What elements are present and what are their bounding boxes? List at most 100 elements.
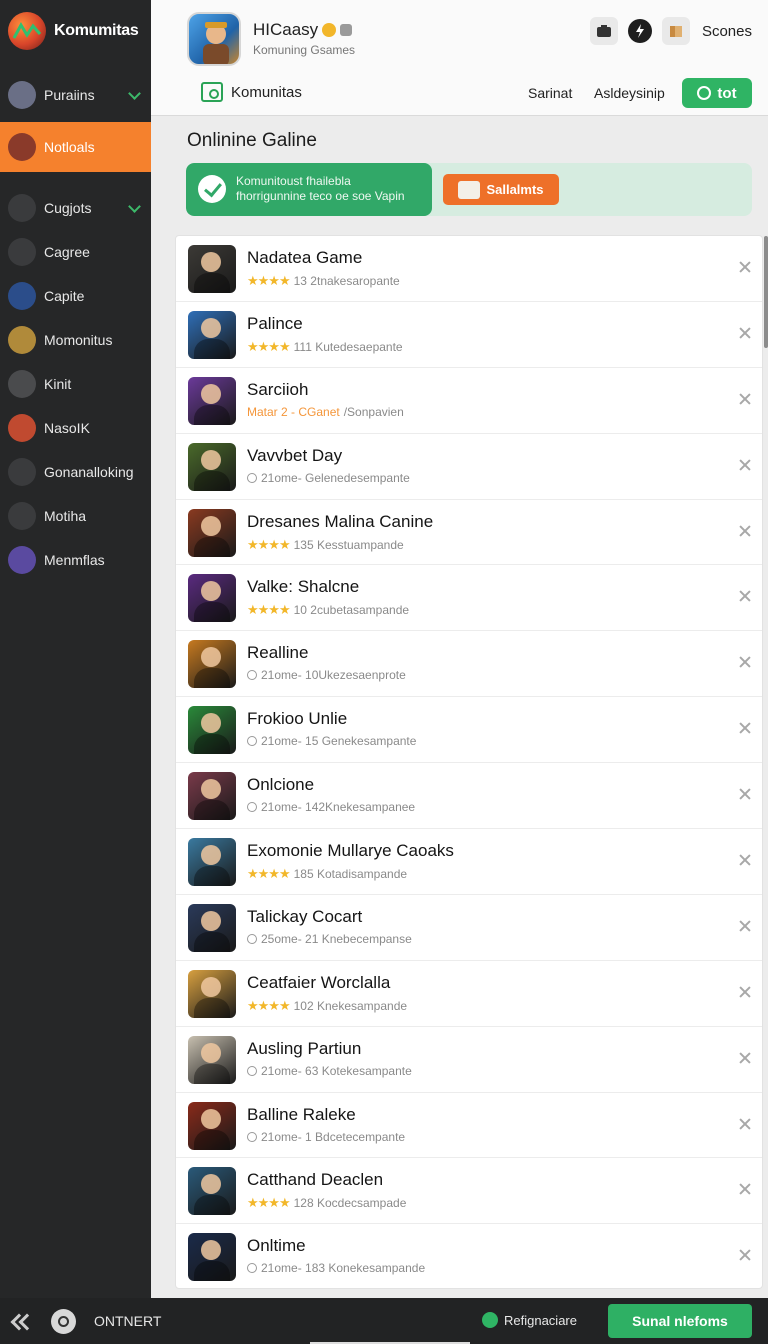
close-icon[interactable]	[738, 655, 752, 669]
list-item[interactable]: Dresanes Malina Canine ★★★★ 135 Kesstuampa…	[176, 500, 762, 566]
game-name: Nadatea Game	[247, 248, 363, 267]
list-item[interactable]: Realline 21ome- 10Ukezesaenprote	[176, 631, 762, 698]
back-icon[interactable]	[10, 1312, 28, 1330]
sidebar-item-notloals[interactable]: Notloals	[0, 122, 151, 172]
close-icon[interactable]	[738, 260, 752, 274]
list-item[interactable]: Nadatea Game ★★★★ 13 2tnakesaropante	[176, 236, 762, 302]
close-icon[interactable]	[738, 1051, 752, 1065]
link-sarinat[interactable]: Sarinat	[528, 85, 572, 101]
game-name: Valke: Shalcne	[247, 577, 360, 597]
sun-icon	[8, 326, 36, 354]
game-thumbnail	[188, 903, 236, 952]
bottom-bar: ONTNERT Refignaciare Sunal nlefoms	[0, 1298, 768, 1344]
close-icon[interactable]	[738, 787, 752, 801]
refresh-status[interactable]: Refignaciare	[482, 1312, 577, 1328]
close-icon[interactable]	[738, 721, 752, 735]
close-icon[interactable]	[738, 985, 752, 999]
close-icon[interactable]	[738, 392, 752, 406]
game-name: Palince	[247, 313, 303, 333]
camera-lens-icon[interactable]	[51, 1309, 76, 1334]
bottom-label[interactable]: ONTNERT	[94, 1313, 161, 1329]
list-item[interactable]: Sarciioh Matar 2 - CGanet/Sonpavien	[176, 368, 762, 434]
close-icon[interactable]	[738, 919, 752, 933]
sidebar-item-label: Cagree	[44, 244, 90, 260]
chevron-down-icon[interactable]	[128, 87, 141, 100]
game-meta: 21ome- Gelenedesempante	[247, 471, 410, 485]
section-title: Onlinine Galine	[187, 130, 317, 151]
game-meta-text: 111 Kutedesaepante	[293, 339, 403, 354]
lightning-icon[interactable]	[627, 19, 652, 43]
link-asldeysinip[interactable]: Asldeysinip	[594, 85, 665, 101]
rating-stars-icon: ★★★★	[247, 602, 291, 618]
rating-stars-icon: ★★★★	[247, 536, 291, 552]
game-name: Frokioo Unlie	[247, 709, 348, 729]
game-meta-text: 10 2cubetasampande	[293, 603, 410, 618]
promo-banner: Komunitoust fhailebla fhorrigunnine teco…	[186, 163, 752, 216]
close-icon[interactable]	[738, 1248, 752, 1262]
list-item[interactable]: Onltime 21ome- 183 Konekesampande	[176, 1224, 762, 1288]
close-icon[interactable]	[738, 326, 752, 340]
sidebar-item-label: NasoIK	[44, 420, 90, 436]
header-cta-button[interactable]: tot	[682, 78, 752, 108]
sidebar-brand[interactable]: Komumitas	[0, 0, 151, 62]
sidebar-item-gonanalloking[interactable]: Gonanalloking	[0, 450, 151, 494]
avatar-icon	[8, 133, 36, 161]
game-thumbnail	[188, 838, 236, 887]
close-icon[interactable]	[738, 1117, 752, 1131]
sidebar-item-label: Gonanalloking	[44, 464, 134, 480]
app-icon[interactable]	[187, 12, 241, 66]
list-item[interactable]: Ausling Partiun 21ome- 63 Kotekesampante	[176, 1027, 762, 1093]
close-icon[interactable]	[738, 1182, 752, 1196]
box-icon[interactable]	[661, 17, 690, 45]
list-item[interactable]: Ceatfaier Worclalla ★★★★ 102 Knekesampande	[176, 961, 762, 1027]
sidebar-item-momonitus[interactable]: Momonitus	[0, 318, 151, 362]
close-icon[interactable]	[738, 589, 752, 603]
banner-button[interactable]: Sallalmts	[443, 174, 559, 205]
sidebar-item-label: Menmflas	[44, 552, 105, 568]
rating-stars-icon: ★★★★	[247, 338, 291, 354]
banner-line-1: Komunitoust fhailebla	[236, 174, 351, 188]
home-icon	[201, 82, 223, 102]
list-item[interactable]: Onlcione 21ome- 142Knekesampanee	[176, 763, 762, 830]
scones-label[interactable]: Scones	[702, 23, 752, 40]
sidebar-item-motiha[interactable]: Motiha	[0, 494, 151, 538]
list-item[interactable]: Valke: Shalcne ★★★★ 10 2cubetasampande	[176, 565, 762, 632]
game-meta-text: 128 Kocdecsampade	[293, 1196, 407, 1211]
chevron-down-icon[interactable]	[128, 200, 141, 213]
sidebar-item-cugjots[interactable]: Cugjots	[0, 186, 151, 230]
sidebar-item-label: Kinit	[44, 376, 72, 392]
sidebar-item-puraiins[interactable]: Puraiins	[0, 72, 151, 118]
game-meta: ★★★★ 10 2cubetasampande	[247, 602, 409, 618]
game-meta: ★★★★ 111 Kutedesaepante	[247, 339, 403, 355]
close-icon[interactable]	[738, 853, 752, 867]
scrollbar[interactable]	[764, 236, 768, 348]
list-item[interactable]: Palince ★★★★ 111 Kutedesaepante	[176, 302, 762, 368]
list-item[interactable]: Talickay Cocart 25ome- 21 Knebecempanse	[176, 895, 762, 961]
refresh-label: Refignaciare	[504, 1312, 577, 1328]
list-item[interactable]: Balline Raleke 21ome- 1 Bdcetecempante	[176, 1093, 762, 1159]
tab-komunitas[interactable]: Komunitas	[201, 82, 302, 102]
close-icon[interactable]	[738, 458, 752, 472]
bottom-cta-button[interactable]: Sunal nlefoms	[608, 1304, 752, 1338]
inbox-icon[interactable]	[589, 17, 618, 45]
game-name: Dresanes Malina Canine	[247, 511, 434, 531]
sidebar-item-label: Puraiins	[44, 87, 95, 103]
sidebar-item-cagree[interactable]: Cagree	[0, 230, 151, 274]
sidebar-item-label: Motiha	[44, 508, 87, 524]
game-meta-text: 21ome- 142Knekesampanee	[261, 800, 416, 815]
game-meta: ★★★★ 13 2tnakesaropante	[247, 273, 400, 289]
list-item[interactable]: Exomonie Mullarye Caoaks ★★★★ 185 Kotadisa…	[176, 829, 762, 895]
sidebar-item-label: Cugjots	[44, 200, 92, 216]
sidebar-item-capite[interactable]: Capite	[0, 274, 151, 318]
sidebar-item-kinit[interactable]: Kinit	[0, 362, 151, 406]
sidebar-item-nasoik[interactable]: NasoIK	[0, 406, 151, 450]
close-icon[interactable]	[738, 524, 752, 538]
game-name: Onltime	[247, 1236, 306, 1256]
game-meta-text: 21ome- Gelenedesempante	[261, 470, 410, 485]
sidebar-item-menmflas[interactable]: Menmflas	[0, 538, 151, 582]
list-item[interactable]: Frokioo Unlie 21ome- 15 Genekesampante	[176, 697, 762, 764]
list-item[interactable]: Vavvbet Day 21ome- Gelenedesempante	[176, 434, 762, 500]
game-meta: 25ome- 21 Knebecempanse	[247, 932, 412, 946]
header-actions: Scones	[589, 17, 752, 45]
list-item[interactable]: Catthand Deaclen ★★★★ 128 Kocdecsampade	[176, 1158, 762, 1225]
